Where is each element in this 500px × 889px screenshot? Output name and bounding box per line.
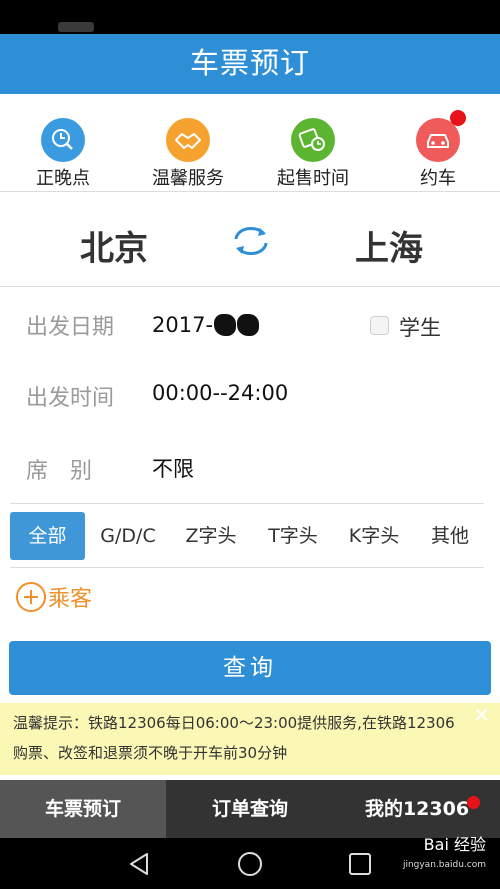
notification-dot bbox=[450, 110, 466, 126]
add-passenger-button[interactable]: 乘客 bbox=[16, 580, 92, 614]
quick-link-label: 约车 bbox=[420, 168, 456, 189]
time-row[interactable]: 出发时间 00:00--24:00 bbox=[0, 362, 500, 424]
train-type-filter: 全部 G/D/C Z字头 T字头 K字头 其他 bbox=[0, 506, 500, 566]
swap-icon[interactable] bbox=[230, 223, 272, 259]
seat-row[interactable]: 席 别 不限 bbox=[0, 434, 500, 496]
quick-link-delay[interactable]: 正晚点 bbox=[8, 118, 118, 190]
seat-value: 不限 bbox=[152, 457, 194, 481]
departure-city[interactable]: 北京 bbox=[80, 221, 148, 270]
arrival-city[interactable]: 上海 bbox=[355, 221, 423, 270]
passenger-label: 乘客 bbox=[48, 587, 93, 612]
divider bbox=[10, 503, 484, 504]
close-icon[interactable]: ✕ bbox=[473, 703, 490, 727]
status-bar bbox=[0, 0, 500, 34]
train-type-other[interactable]: 其他 bbox=[420, 512, 480, 560]
notification-dot bbox=[467, 796, 480, 809]
train-type-all[interactable]: 全部 bbox=[10, 512, 85, 560]
recents-icon[interactable] bbox=[349, 853, 371, 875]
time-label: 出发时间 bbox=[26, 386, 115, 411]
watermark-brand: Bai 经验 bbox=[423, 835, 486, 854]
quick-link-label: 正晚点 bbox=[36, 168, 90, 189]
car-icon bbox=[416, 110, 466, 162]
quick-link-label: 起售时间 bbox=[277, 168, 349, 189]
tab-order-query[interactable]: 订单查询 bbox=[166, 780, 334, 838]
tip-text: 温馨提示：铁路12306每日06:00～23:00提供服务,在铁路12306购票… bbox=[13, 714, 455, 762]
watermark: Bai 经验 jingyan.baidu.com bbox=[403, 836, 486, 874]
student-label: 学生 bbox=[399, 316, 441, 340]
quick-link-sale-time[interactable]: 起售时间 bbox=[258, 118, 368, 190]
date-value[interactable]: 2017- bbox=[152, 313, 260, 337]
clock-search-icon bbox=[41, 118, 85, 162]
home-icon[interactable] bbox=[237, 851, 263, 877]
train-type-gdc[interactable]: G/D/C bbox=[92, 512, 164, 560]
seat-label: 席 别 bbox=[26, 459, 93, 484]
tab-ticket-booking[interactable]: 车票预订 bbox=[0, 780, 166, 838]
quick-link-label: 温馨服务 bbox=[152, 168, 224, 189]
train-type-k[interactable]: K字头 bbox=[336, 512, 412, 560]
quick-link-service[interactable]: 温馨服务 bbox=[133, 118, 243, 190]
tab-my-12306[interactable]: 我的12306 bbox=[334, 780, 500, 838]
redaction-mark bbox=[237, 314, 260, 336]
date-value-text: 2017- bbox=[152, 313, 214, 337]
train-type-t[interactable]: T字头 bbox=[255, 512, 331, 560]
quick-link-car[interactable]: 约车 bbox=[383, 110, 493, 190]
student-checkbox[interactable] bbox=[370, 316, 389, 335]
handshake-icon bbox=[166, 118, 210, 162]
time-value: 00:00--24:00 bbox=[152, 381, 289, 405]
back-icon[interactable] bbox=[128, 852, 150, 876]
divider bbox=[10, 567, 484, 568]
page-title: 车票预订 bbox=[0, 34, 500, 94]
tip-banner: 温馨提示：铁路12306每日06:00～23:00提供服务,在铁路12306购票… bbox=[0, 703, 500, 775]
watermark-url: jingyan.baidu.com bbox=[402, 860, 486, 870]
ticket-clock-icon bbox=[291, 118, 335, 162]
plus-circle-icon bbox=[16, 582, 46, 612]
status-indicator bbox=[58, 22, 94, 32]
train-type-z[interactable]: Z字头 bbox=[173, 512, 249, 560]
redaction-mark bbox=[214, 314, 237, 336]
date-label: 出发日期 bbox=[26, 315, 115, 340]
bottom-tab-bar: 车票预订 订单查询 我的12306 bbox=[0, 780, 500, 838]
query-button[interactable]: 查询 bbox=[9, 641, 491, 695]
quick-links-bar: 正晚点 温馨服务 起售时间 约车 bbox=[0, 94, 500, 192]
route-selector: 北京 上海 bbox=[0, 193, 500, 287]
